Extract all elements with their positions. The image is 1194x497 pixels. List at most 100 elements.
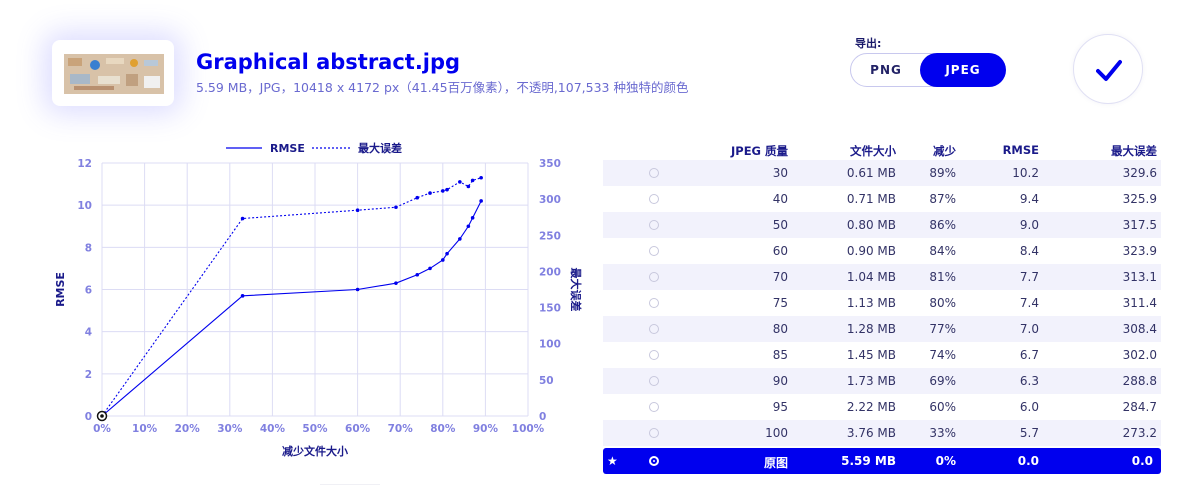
- cell-rmse: 7.7: [1019, 270, 1039, 284]
- cell-max-error: 311.4: [1122, 296, 1157, 310]
- y-tick-label: 10: [77, 200, 92, 212]
- table-row[interactable]: 30 0.61 MB 89% 10.2 329.6: [603, 160, 1161, 186]
- data-point: [428, 266, 432, 271]
- x-tick-label: 60%: [345, 423, 371, 435]
- data-point: [394, 281, 398, 285]
- cell-max-error: 288.8: [1122, 374, 1157, 388]
- y-tick-label: 6: [85, 285, 92, 297]
- y-axis-label: RMSE: [54, 272, 67, 307]
- cell-quality: 70: [772, 270, 788, 284]
- y2-tick-label: 250: [539, 230, 561, 242]
- cell-size: 3.76 MB: [846, 426, 896, 440]
- radio-button[interactable]: [649, 272, 659, 282]
- cell-quality: 50: [772, 218, 788, 232]
- cell-size: 1.28 MB: [846, 322, 896, 336]
- data-point: [479, 199, 483, 203]
- y-tick-label: 8: [85, 242, 92, 254]
- x-tick-label: 90%: [473, 423, 499, 435]
- table-row[interactable]: 80 1.28 MB 77% 7.0 308.4: [603, 316, 1161, 342]
- cell-size: 2.22 MB: [846, 400, 896, 414]
- table-row[interactable]: 85 1.45 MB 74% 6.7 302.0: [603, 342, 1161, 368]
- cell-max-error: 273.2: [1122, 426, 1157, 440]
- radio-button[interactable]: [649, 350, 659, 360]
- cell-max-error: 323.9: [1122, 244, 1157, 258]
- cell-rmse: 9.0: [1019, 218, 1039, 232]
- cell-size: 1.73 MB: [846, 374, 896, 388]
- confirm-button[interactable]: [1073, 34, 1143, 104]
- cell-reduction: 89%: [929, 166, 956, 180]
- table-row[interactable]: 50 0.80 MB 86% 9.0 317.5: [603, 212, 1161, 238]
- cell-max-error: 317.5: [1122, 218, 1157, 232]
- radio-button[interactable]: [649, 246, 659, 256]
- table-row[interactable]: 60 0.90 MB 84% 8.4 323.9: [603, 238, 1161, 264]
- radio-button[interactable]: [649, 324, 659, 334]
- format-jpeg-button[interactable]: JPEG: [920, 53, 1006, 87]
- file-meta: 5.59 MB，JPG，10418 x 4172 px（41.45百万像素），不…: [196, 80, 689, 95]
- cell-size: 0.80 MB: [846, 218, 896, 232]
- cell-max-error: 0.0: [1131, 454, 1153, 468]
- cell-reduction: 87%: [929, 192, 956, 206]
- radio-button[interactable]: [649, 456, 659, 466]
- header-quality: JPEG 质量: [730, 144, 788, 158]
- cell-max-error: 313.1: [1122, 270, 1157, 284]
- y-tick-label: 0: [85, 411, 92, 423]
- cell-rmse: 0.0: [1017, 454, 1039, 468]
- cell-quality: 80: [772, 322, 788, 336]
- data-point: [240, 294, 245, 298]
- y2-tick-label: 200: [539, 266, 561, 278]
- radio-button[interactable]: [649, 298, 659, 308]
- table-row[interactable]: 70 1.04 MB 81% 7.7 313.1: [603, 264, 1161, 290]
- radio-button[interactable]: [649, 220, 659, 230]
- cell-size: 0.71 MB: [846, 192, 896, 206]
- file-title: Graphical abstract.jpg: [196, 50, 461, 74]
- table-row[interactable]: 40 0.71 MB 87% 9.4 325.9: [603, 186, 1161, 212]
- cell-max-error: 329.6: [1122, 166, 1157, 180]
- data-point: [355, 208, 360, 213]
- table-row[interactable]: 90 1.73 MB 69% 6.3 288.8: [603, 368, 1161, 394]
- series-line-max-error: [101, 177, 482, 417]
- cell-max-error: 325.9: [1122, 192, 1157, 206]
- radio-button[interactable]: [649, 194, 659, 204]
- cell-quality: 90: [772, 374, 788, 388]
- table-row-original[interactable]: ★ 原图 5.59 MB 0% 0.0 0.0: [603, 448, 1161, 474]
- data-point: [441, 258, 445, 262]
- cell-size: 1.04 MB: [846, 270, 896, 284]
- header-size: 文件大小: [850, 144, 896, 158]
- table-row[interactable]: 75 1.13 MB 80% 7.4 311.4: [603, 290, 1161, 316]
- table-row[interactable]: 95 2.22 MB 60% 6.0 284.7: [603, 394, 1161, 420]
- cell-size: 1.45 MB: [846, 348, 896, 362]
- header-reduction: 减少: [933, 144, 956, 158]
- cell-rmse: 6.3: [1019, 374, 1039, 388]
- legend-label-max-error: 最大误差: [358, 141, 402, 155]
- table-header: JPEG 质量 文件大小 减少 RMSE 最大误差: [603, 140, 1161, 160]
- cell-rmse: 6.7: [1019, 348, 1039, 362]
- y2-axis-label: 最大误差: [569, 268, 583, 312]
- cell-quality: 原图: [763, 456, 788, 470]
- y2-tick-label: 150: [539, 303, 561, 315]
- cell-quality: 30: [772, 166, 788, 180]
- data-point: [458, 237, 462, 241]
- radio-button[interactable]: [649, 376, 659, 386]
- cell-max-error: 284.7: [1122, 400, 1157, 414]
- image-thumbnail: [64, 54, 164, 94]
- y-tick-label: 2: [85, 369, 92, 381]
- radio-button[interactable]: [649, 428, 659, 438]
- data-point: [466, 184, 471, 189]
- x-tick-label: 70%: [388, 423, 414, 435]
- cell-reduction: 74%: [929, 348, 956, 362]
- cell-reduction: 81%: [929, 270, 956, 284]
- x-tick-label: 20%: [175, 423, 201, 435]
- y2-tick-label: 50: [539, 375, 554, 387]
- cell-rmse: 10.2: [1012, 166, 1039, 180]
- y-tick-label: 4: [85, 327, 92, 339]
- cell-rmse: 7.0: [1019, 322, 1039, 336]
- x-tick-label: 0%: [93, 423, 111, 435]
- x-tick-label: 80%: [430, 423, 456, 435]
- radio-button[interactable]: [649, 168, 659, 178]
- cell-quality: 95: [772, 400, 788, 414]
- table-row[interactable]: 100 3.76 MB 33% 5.7 273.2: [603, 420, 1161, 446]
- format-png-button[interactable]: PNG: [851, 53, 921, 87]
- data-point: [394, 205, 398, 210]
- radio-button[interactable]: [649, 402, 659, 412]
- x-tick-label: 30%: [217, 423, 243, 435]
